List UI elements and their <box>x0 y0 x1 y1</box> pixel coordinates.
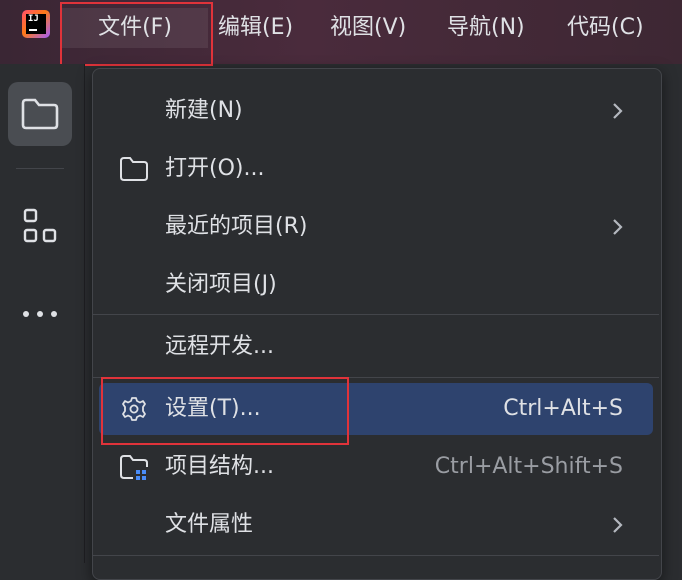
menu-separator <box>93 555 659 556</box>
menu-item-shortcut: Ctrl+Alt+S <box>503 396 623 421</box>
project-tool-button[interactable] <box>8 82 72 146</box>
menu-item-label: 设置(T)... <box>165 396 261 421</box>
gear-icon <box>122 397 146 421</box>
chevron-right-icon <box>613 103 623 119</box>
menu-edit[interactable]: 编辑(E) <box>218 8 293 48</box>
folder-icon <box>120 157 148 181</box>
structure-icon <box>23 208 57 243</box>
menu-item-label: 项目结构... <box>165 454 274 479</box>
menu-item-settings[interactable]: 设置(T)... Ctrl+Alt+S <box>99 383 653 435</box>
menu-separator <box>93 314 659 315</box>
menu-item-remote-development[interactable]: 远程开发... <box>99 321 653 373</box>
file-menu-dropdown: 新建(N) 打开(O)... 最近的项目(R) 关闭项目(J) 远程开发... … <box>92 68 662 580</box>
menu-item-project-structure[interactable]: 项目结构... Ctrl+Alt+Shift+S <box>99 441 653 493</box>
menu-item-label: 文件属性 <box>165 512 254 537</box>
menu-item-open[interactable]: 打开(O)... <box>99 143 653 195</box>
more-icon <box>23 311 57 317</box>
project-structure-icon <box>120 455 148 480</box>
menu-item-shortcut: Ctrl+Alt+Shift+S <box>434 454 623 479</box>
menu-item-label: 新建(N) <box>165 98 243 123</box>
menu-view[interactable]: 视图(V) <box>330 8 406 48</box>
menu-item-label: 最近的项目(R) <box>165 214 308 239</box>
menu-item-new[interactable]: 新建(N) <box>99 85 653 137</box>
more-tools-button[interactable] <box>8 282 72 346</box>
menu-item-close-project[interactable]: 关闭项目(J) <box>99 259 653 311</box>
logo-text: IJ <box>28 14 39 24</box>
menu-item-label: 关闭项目(J) <box>165 272 277 297</box>
menu-code[interactable]: 代码(C) <box>567 8 644 48</box>
app-logo-icon[interactable]: IJ <box>22 10 50 38</box>
menu-file[interactable]: 文件(F) <box>62 8 208 48</box>
menu-separator <box>93 377 659 378</box>
menu-navigate[interactable]: 导航(N) <box>447 8 525 48</box>
chevron-right-icon <box>613 219 623 235</box>
tool-window-strip <box>0 64 85 563</box>
chevron-right-icon <box>613 517 623 533</box>
menu-item-label: 打开(O)... <box>165 156 265 181</box>
menu-item-recent-projects[interactable]: 最近的项目(R) <box>99 201 653 253</box>
main-menubar: IJ 文件(F) 编辑(E) 视图(V) 导航(N) 代码(C) <box>0 0 682 64</box>
menu-item-label: 远程开发... <box>165 334 274 359</box>
folder-icon <box>21 98 59 130</box>
structure-tool-button[interactable] <box>8 194 72 258</box>
menu-item-file-properties[interactable]: 文件属性 <box>99 499 653 551</box>
